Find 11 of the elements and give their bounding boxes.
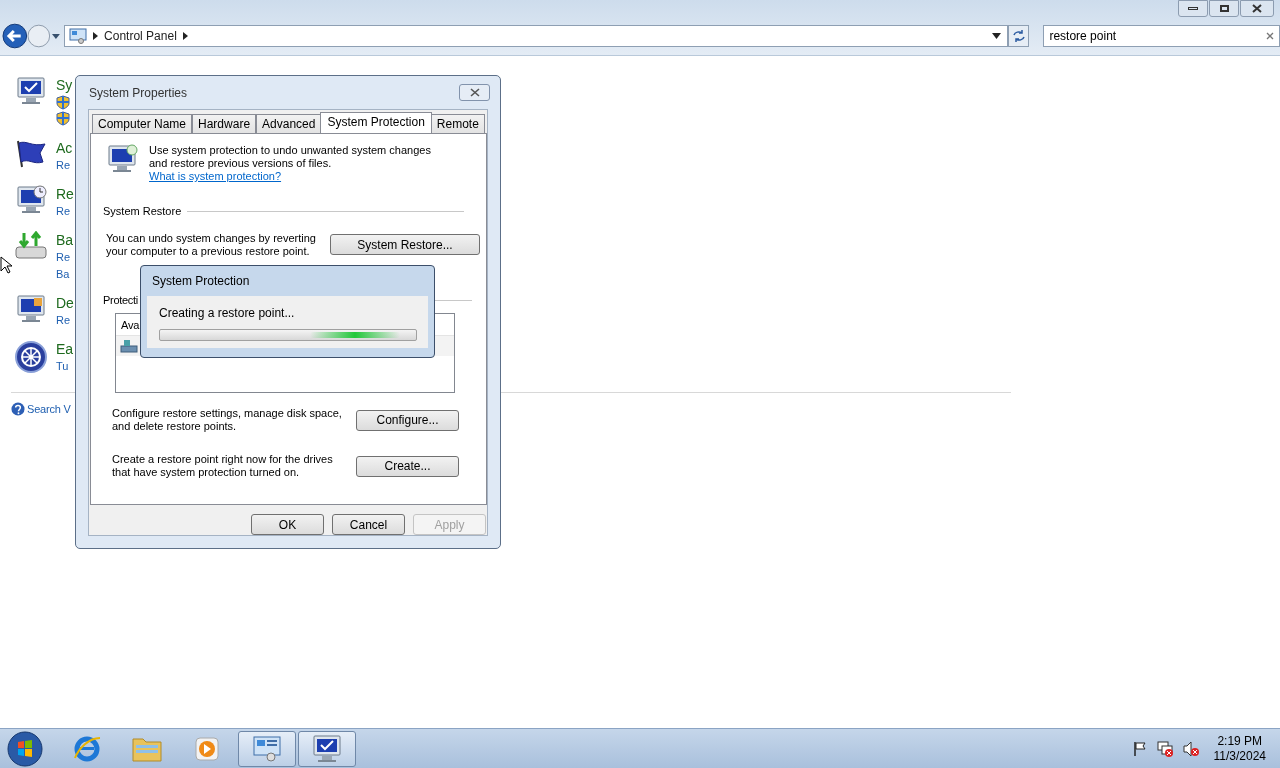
- create-description: Create a restore point right now for the drives that have system protection turned on.: [112, 453, 334, 480]
- restore-description: You can undo system changes by reverting your computer to a previous restore point.: [106, 231, 317, 258]
- progress-message: Creating a restore point...: [159, 305, 296, 322]
- dialog-title: System Properties: [89, 84, 188, 102]
- group-label: Protecti: [103, 292, 138, 308]
- intro-text: Use system protection to undo unwanted system changes and restore previous versions of files. What is system protection?: [149, 144, 432, 184]
- configure-description: Configure restore settings, manage disk space, and delete restore points.: [112, 407, 343, 434]
- clock-date: 11/3/2024: [1213, 748, 1266, 764]
- progress-title: System Protection: [152, 273, 250, 290]
- clock-time: 2:19 PM: [1217, 733, 1263, 749]
- group-label: System Restore: [103, 204, 182, 220]
